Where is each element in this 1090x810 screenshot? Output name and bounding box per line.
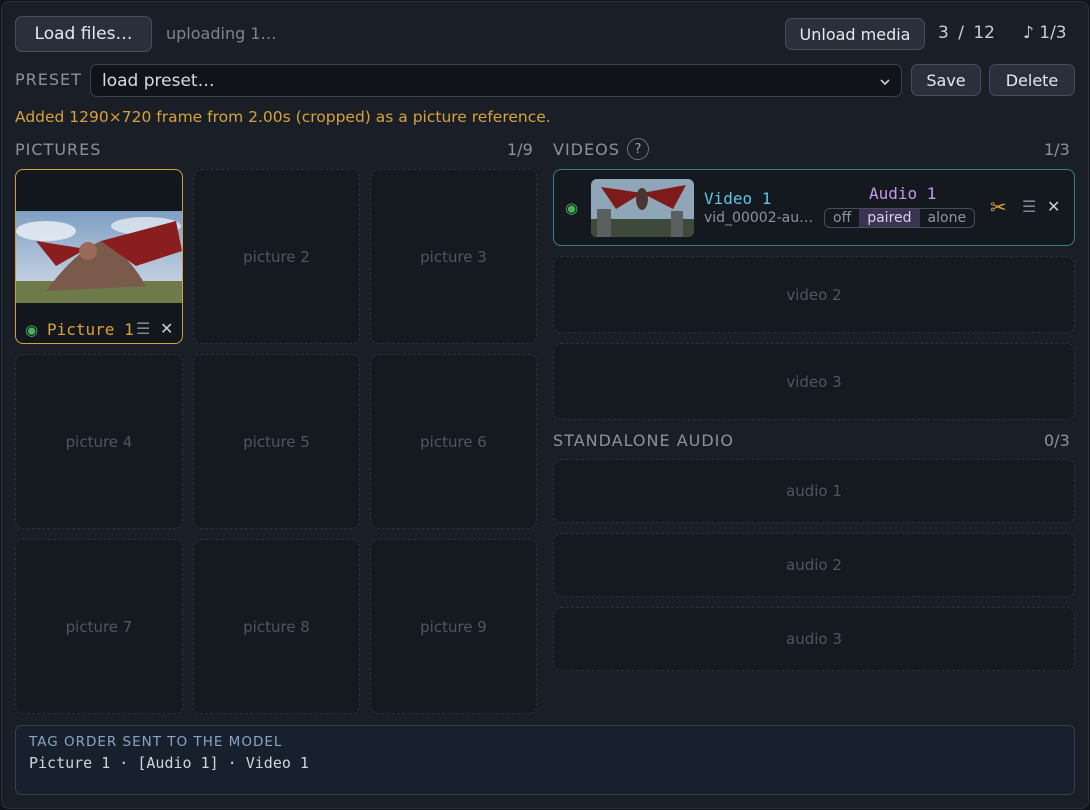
videos-count: 1/3 xyxy=(1044,140,1070,159)
pictures-count: 1/9 xyxy=(507,140,533,159)
close-icon[interactable]: ✕ xyxy=(1047,197,1060,216)
video-thumbnail xyxy=(591,179,694,237)
notice-message: Added 1290×720 frame from 2.00s (cropped… xyxy=(15,108,551,126)
delete-button[interactable]: Delete xyxy=(989,64,1075,96)
menu-icon[interactable]: ☰ xyxy=(136,319,150,338)
audio-slot-3[interactable]: audio 3 xyxy=(553,607,1075,671)
close-icon[interactable]: ✕ xyxy=(160,319,173,338)
menu-icon[interactable]: ☰ xyxy=(1022,197,1036,216)
videos-label: VIDEOS xyxy=(553,140,620,159)
chevron-down-icon xyxy=(879,73,891,93)
audio-mode-alone[interactable]: alone xyxy=(920,209,975,227)
picture-slot-9[interactable]: picture 9 xyxy=(370,539,537,714)
preset-select-value: load preset… xyxy=(102,70,215,91)
preset-label: PRESET xyxy=(15,70,82,89)
audio-mode-paired[interactable]: paired xyxy=(859,209,920,227)
audio-name: Audio 1 xyxy=(869,184,937,203)
video-filename: vid_00002-au… xyxy=(704,210,814,226)
audio-count: ♪ 1/3 xyxy=(1023,23,1067,43)
standalone-audio-label: STANDALONE AUDIO xyxy=(553,431,734,450)
picture-slot-4[interactable]: picture 4 xyxy=(15,354,183,529)
audio-slot-1[interactable]: audio 1 xyxy=(553,459,1075,523)
video-card[interactable]: ◉ Video 1 vid_00002-au… Audio 1 off pair… xyxy=(553,169,1075,246)
status-active-icon: ◉ xyxy=(25,321,39,339)
picture-slot-3[interactable]: picture 3 xyxy=(370,169,537,344)
picture-card[interactable]: ◉ Picture 1 ☰ ✕ xyxy=(15,169,183,344)
pictures-label: PICTURES xyxy=(15,140,102,159)
picture-slot-8[interactable]: picture 8 xyxy=(193,539,360,714)
audio-slot-2[interactable]: audio 2 xyxy=(553,533,1075,597)
tag-order-box: TAG ORDER SENT TO THE MODEL Picture 1 · … xyxy=(15,725,1075,795)
picture-slot-7[interactable]: picture 7 xyxy=(15,539,183,714)
picture-name: Picture 1 xyxy=(47,320,134,339)
audio-mode-toggle[interactable]: off paired alone xyxy=(824,208,976,228)
upload-status: uploading 1… xyxy=(166,24,277,43)
save-button[interactable]: Save xyxy=(911,64,981,96)
status-active-icon: ◉ xyxy=(565,199,579,217)
picture-thumbnail xyxy=(16,211,182,303)
picture-slot-2[interactable]: picture 2 xyxy=(193,169,360,344)
unload-media-button[interactable]: Unload media xyxy=(785,18,925,50)
picture-slot-5[interactable]: picture 5 xyxy=(193,354,360,529)
tag-order-value: Picture 1 · [Audio 1] · Video 1 xyxy=(29,754,309,772)
audio-slots-count: 0/3 xyxy=(1044,431,1070,450)
picture-slot-6[interactable]: picture 6 xyxy=(370,354,537,529)
tag-order-label: TAG ORDER SENT TO THE MODEL xyxy=(29,734,283,750)
audio-mode-off[interactable]: off xyxy=(825,209,859,227)
media-count: 3 / 12 xyxy=(938,23,995,43)
load-files-button[interactable]: Load files… xyxy=(15,16,152,52)
scissors-icon[interactable]: ✂ xyxy=(990,195,1007,219)
video-slot-2[interactable]: video 2 xyxy=(553,256,1075,333)
preset-select[interactable]: load preset… xyxy=(90,64,902,97)
video-slot-3[interactable]: video 3 xyxy=(553,343,1075,420)
help-icon[interactable]: ? xyxy=(627,138,649,160)
video-name: Video 1 xyxy=(704,189,772,208)
